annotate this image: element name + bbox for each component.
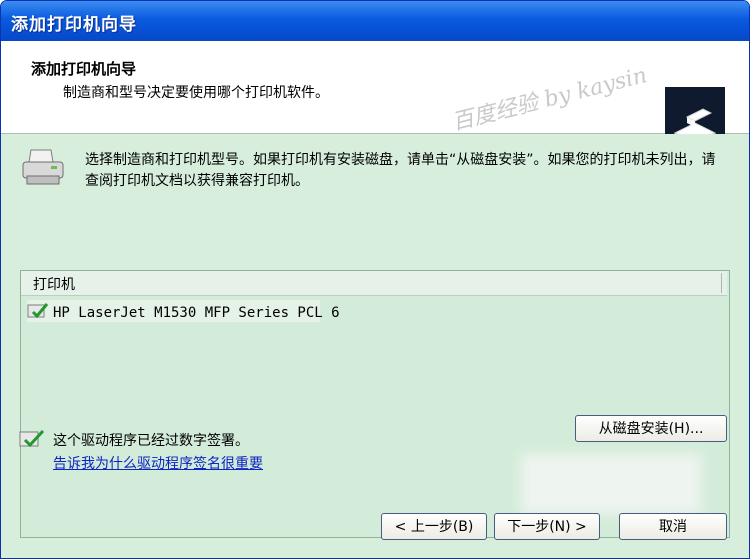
watermark-text: 百度经验 by kaysin bbox=[449, 63, 650, 136]
next-button[interactable]: 下一步(N) > bbox=[494, 513, 600, 540]
window-title: 添加打印机向导 bbox=[11, 15, 137, 35]
printer-column-header[interactable]: 打印机 bbox=[21, 271, 727, 296]
header-subtitle: 制造商和型号决定要使用哪个打印机软件。 bbox=[63, 85, 329, 101]
signature-info-link[interactable]: 告诉我为什么驱动程序签名很重要 bbox=[53, 453, 263, 473]
instructions-text: 选择制造商和打印机型号。如果打印机有安装磁盘，请单击“从磁盘安装”。如果您的打印… bbox=[85, 152, 716, 189]
header-title: 添加打印机向导 bbox=[31, 60, 137, 78]
certified-driver-icon bbox=[19, 428, 45, 452]
wizard-body: 选择制造商和打印机型号。如果打印机有安装磁盘，请单击“从磁盘安装”。如果您的打印… bbox=[1, 134, 749, 558]
wizard-header: 添加打印机向导 制造商和型号决定要使用哪个打印机软件。 百度经验 by kays… bbox=[1, 41, 749, 163]
title-bar[interactable]: 添加打印机向导 bbox=[1, 1, 749, 41]
printer-column-label: 打印机 bbox=[33, 277, 75, 293]
blur-overlay bbox=[521, 454, 701, 514]
signature-status-text: 这个驱动程序已经过数字签署。 bbox=[53, 433, 249, 449]
cancel-button[interactable]: 取消 bbox=[619, 513, 727, 540]
printer-model-label: HP LaserJet M1530 MFP Series PCL 6 bbox=[53, 305, 340, 321]
printer-icon bbox=[21, 148, 65, 192]
list-item[interactable]: HP LaserJet M1530 MFP Series PCL 6 bbox=[27, 300, 340, 324]
back-button[interactable]: < 上一步(B) bbox=[381, 513, 487, 540]
have-disk-button[interactable]: 从磁盘安装(H)... bbox=[575, 415, 727, 442]
column-separator bbox=[721, 273, 722, 293]
add-printer-wizard-window: 添加打印机向导 添加打印机向导 制造商和型号决定要使用哪个打印机软件。 百度经验… bbox=[0, 0, 750, 559]
certified-driver-icon bbox=[27, 302, 49, 324]
